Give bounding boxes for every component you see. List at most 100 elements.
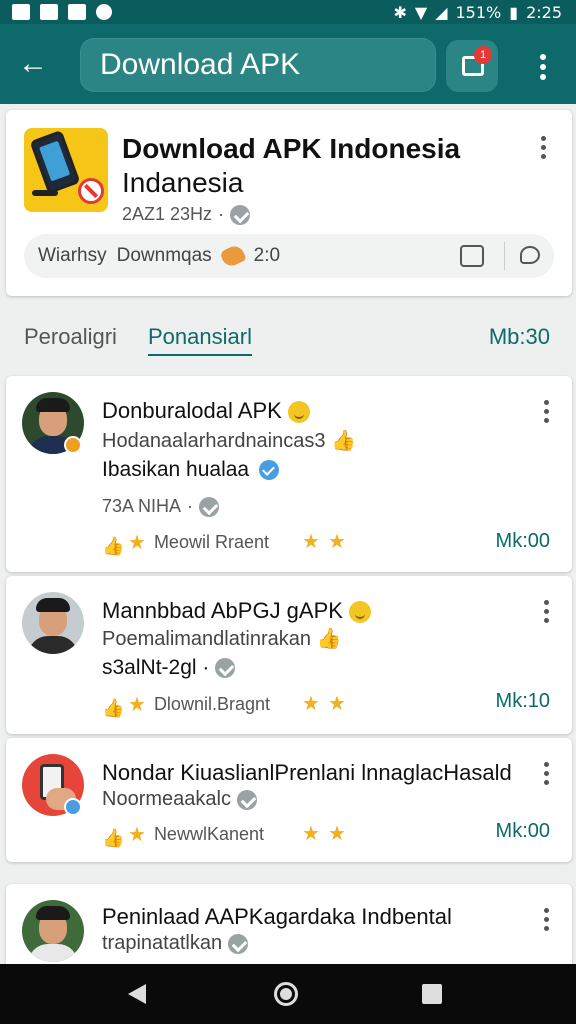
bluetooth-icon: ✱: [393, 2, 407, 22]
post-subtitle-suffix: 3: [314, 430, 326, 452]
info-left-label: Wiarhsy: [38, 245, 107, 266]
post-menu-icon[interactable]: [544, 762, 550, 785]
signal-icon: ◢: [435, 2, 448, 22]
hand-icon: 👍: [331, 430, 356, 452]
star-icon: ★: [302, 531, 320, 553]
status-bar-left-icons: [12, 4, 112, 20]
post-subtitle: Hodanaalarhardnaincas3 👍: [102, 428, 356, 453]
status-bar-right: ✱ ▼ ◢ 151% ▮ 2:25: [393, 3, 562, 22]
record-notification-icon: [96, 4, 112, 20]
clock: 2:25: [526, 2, 562, 22]
star-icon: ★: [327, 823, 346, 845]
app-logo-icon: [24, 128, 108, 212]
battery-icon: ▮: [509, 2, 519, 22]
rating-stars: ★ ★: [302, 532, 346, 552]
photo-notification-icon: [68, 4, 86, 20]
info-mid-label: Downmqas: [116, 245, 212, 266]
info-value: 2:0: [253, 245, 281, 266]
dot-separator: ·: [218, 204, 225, 224]
notification-badge: 1: [474, 46, 492, 64]
smile-emoji-icon: [287, 401, 310, 424]
comment-icon: [230, 204, 251, 225]
notifications-button[interactable]: 1: [446, 40, 498, 92]
divider: [504, 242, 505, 270]
post-title-text: Donburalodal APK: [102, 398, 282, 423]
action-label[interactable]: Dlownil.Bragnt: [154, 694, 270, 715]
post-actions: 👍 ★ Dlownil.Bragnt: [102, 693, 270, 718]
like-icon[interactable]: 👍: [102, 698, 124, 718]
app-meta: 2AZ1 23Hz ·: [122, 204, 251, 225]
battery-percentage: 151%: [455, 2, 502, 22]
app-info-card[interactable]: Download APK Indonesia Indanesia 2AZ1 23…: [6, 110, 572, 296]
avatar-badge-icon: [64, 798, 82, 816]
app-meta-text: 2AZ1 23Hz: [122, 204, 213, 224]
comment-icon: [215, 658, 236, 679]
star-icon: ★: [128, 823, 146, 846]
app-title-line1: Download APK Indonesia: [122, 133, 461, 164]
list-item[interactable]: Mannbbad AbPGJ gAPK Poemalimandlatinraka…: [6, 576, 572, 734]
smile-emoji-icon: [349, 601, 372, 624]
post-subtitle-text: trapinatatlkan: [102, 932, 223, 954]
info-text: Wiarhsy Downmqas 2:0: [38, 243, 281, 269]
post-count: Mk:00: [495, 530, 550, 552]
post-body: Ibasikan hualaa: [102, 458, 279, 482]
star-icon: ★: [128, 693, 146, 716]
list-item[interactable]: Donburalodal APK Hodanaalarhardnaincas3 …: [6, 376, 572, 572]
post-body-text: s3alNt-2gl: [102, 656, 197, 679]
overflow-menu-icon[interactable]: [540, 54, 546, 80]
post-title-text: Mannbbad AbPGJ gAPK: [102, 598, 343, 623]
action-label[interactable]: NewwlKanent: [154, 824, 264, 845]
tabs: Peroaligri Ponansiarl Mb:30: [0, 316, 576, 362]
avatar-badge-icon: [64, 436, 82, 454]
list-item[interactable]: Peninlaad AAPKagardaka Indbental trapina…: [6, 884, 572, 974]
action-label[interactable]: Meowil Rraent: [154, 532, 269, 553]
star-icon: ★: [128, 531, 146, 554]
like-icon[interactable]: 👍: [102, 828, 124, 848]
back-arrow-icon[interactable]: ←: [18, 49, 48, 79]
nav-back-icon[interactable]: [128, 984, 146, 1004]
rating-stars: ★ ★: [302, 824, 346, 844]
message-icon[interactable]: [520, 246, 540, 264]
comment-icon: [199, 496, 220, 517]
post-subtitle: Poemalimandlatinrakan 👍: [102, 626, 341, 651]
hand-icon: [218, 243, 247, 269]
post-body: s3alNt-2gl ·: [102, 656, 236, 680]
post-subtitle: trapinatatlkan: [102, 932, 248, 955]
post-title: Peninlaad AAPKagardaka Indbental: [102, 904, 452, 929]
app-title-line2: Indanesia: [122, 167, 244, 198]
post-menu-icon[interactable]: [544, 908, 550, 931]
post-meta-text: 73A NIHA: [102, 496, 182, 516]
calculator-icon[interactable]: [460, 245, 484, 267]
like-icon[interactable]: 👍: [102, 536, 124, 556]
nav-home-icon[interactable]: [274, 982, 298, 1006]
post-subtitle-text: Hodanaalarhardnaincas: [102, 430, 315, 452]
app-card-menu-icon[interactable]: [541, 136, 547, 159]
tab-count: Mb:30: [488, 324, 550, 349]
nav-recents-icon[interactable]: [422, 984, 442, 1004]
post-meta: 73A NIHA ·: [102, 496, 220, 517]
tab-ponansiarl[interactable]: Ponansiarl: [148, 324, 252, 356]
post-title: Donburalodal APK: [102, 398, 310, 424]
star-icon: ★: [327, 693, 346, 715]
app-bar: ← Download APK 1: [0, 24, 576, 104]
app-info-pill[interactable]: Wiarhsy Downmqas 2:0: [24, 234, 554, 278]
avatar[interactable]: [22, 592, 84, 654]
star-icon: ★: [327, 531, 346, 553]
avatar[interactable]: [22, 900, 84, 962]
list-item[interactable]: Nondar KiuaslianlPrenlani lnnaglacHasald…: [6, 738, 572, 862]
post-title: Mannbbad AbPGJ gAPK: [102, 598, 372, 624]
post-actions: 👍 ★ Meowil Rraent: [102, 531, 269, 556]
star-icon: ★: [302, 823, 320, 845]
tab-peroaligri[interactable]: Peroaligri: [24, 324, 117, 350]
post-subtitle-text: Noormeaakalc: [102, 788, 231, 810]
post-actions: 👍 ★ NewwlKanent: [102, 823, 264, 848]
post-menu-icon[interactable]: [544, 600, 550, 623]
post-count: Mk:00: [495, 820, 550, 842]
status-bar: ✱ ▼ ◢ 151% ▮ 2:25: [0, 0, 576, 24]
hand-icon: 👍: [316, 628, 342, 650]
dot-separator: ·: [202, 656, 210, 679]
verified-icon: [258, 460, 279, 481]
post-title: Nondar KiuaslianlPrenlani lnnaglacHasald: [102, 760, 512, 785]
post-menu-icon[interactable]: [544, 400, 550, 423]
app-bar-title[interactable]: Download APK: [80, 38, 436, 92]
